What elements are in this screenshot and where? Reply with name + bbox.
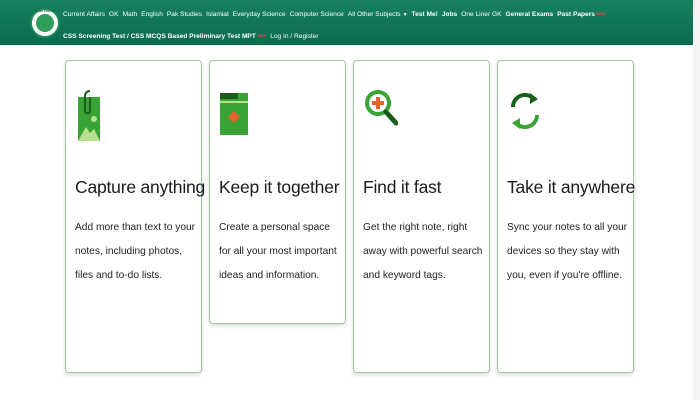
feature-card-take-anywhere: Take it anywhere Sync your notes to all … [497,60,636,373]
nav-gk[interactable]: GK [109,11,119,18]
nav-css-screening-test-label: CSS Screening Test / CSS MCQS Based Prel… [63,33,256,40]
nav-all-other-subjects-label: All Other Subjects [347,11,401,18]
nav-current-affairs[interactable]: Current Affairs [63,11,105,18]
nav-past-papers[interactable]: Past PapersNEW [557,11,605,18]
card-description: Create a personal space for all your mos… [219,222,337,281]
card-title: Find it fast [363,177,442,197]
card-title: Capture anything [75,177,206,197]
card-description: Sync your notes to all your devices so t… [507,222,628,281]
feature-card-find-fast: Find it fast Get the right note, right a… [353,60,490,373]
secondary-nav-row: CSS Screening Test / CSS MCQS Based Prel… [63,33,323,40]
sync-icon [508,89,542,146]
nav-english[interactable]: English [141,11,163,18]
nav-one-liner-gk[interactable]: One Liner GK [461,11,501,18]
feature-card-capture: Capture anything Add more than text to y… [65,60,206,373]
nav-pak-studies[interactable]: Pak Studies [167,11,202,18]
nav-jobs[interactable]: Jobs [442,11,457,18]
nav-everyday-science[interactable]: Everyday Science [233,11,286,18]
new-badge: NEW [256,33,267,38]
main-nav-row: Current Affairs GK Math English Pak Stud… [63,11,609,18]
card-title: Keep it together [219,177,340,197]
feature-card-keep-together: Keep it together Create a personal space… [209,60,346,324]
chevron-down-icon: ▼ [402,12,408,18]
nav-all-other-subjects[interactable]: All Other Subjects ▼ [348,11,408,18]
top-navigation-bar: MCQS PORTAL Current Affairs GK Math Engl… [0,0,700,45]
card-description: Add more than text to your notes, includ… [75,222,196,281]
nav-math[interactable]: Math [123,11,138,18]
search-icon [364,89,399,146]
page-scroll-edge [693,0,700,400]
nav-islamiat[interactable]: Islamiat [206,11,229,18]
nav-login-register[interactable]: Log In / Register [270,33,318,40]
folder-icon [220,89,250,142]
nav-past-papers-label: Past Papers [557,11,595,18]
logo-text: MCQS PORTAL [34,9,56,13]
attachment-photo-icon [76,89,106,148]
card-title: Take it anywhere [507,177,636,197]
nav-computer-science[interactable]: Computer Science [290,11,344,18]
card-description: Get the right note, right away with powe… [363,222,483,281]
logo-emblem [36,14,54,32]
nav-css-screening-test[interactable]: CSS Screening Test / CSS MCQS Based Prel… [63,33,266,40]
nav-test-me[interactable]: Test Me! [412,11,438,18]
new-badge: NEW [595,11,606,16]
nav-general-exams[interactable]: General Exams [506,11,554,18]
